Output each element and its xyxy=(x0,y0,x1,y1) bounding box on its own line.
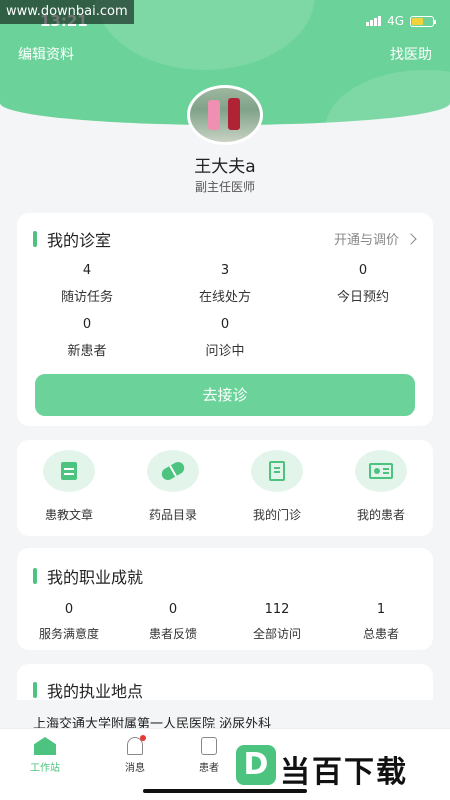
achievements-title: 我的职业成就 xyxy=(33,564,143,588)
tools-card: 患教文章 药品目录 我的门诊 我的患者 xyxy=(17,440,433,536)
home-icon xyxy=(34,737,56,755)
stat-online-prescriptions[interactable]: 3 在线处方 xyxy=(160,263,290,305)
achievements-card: 我的职业成就 0 服务满意度 0 患者反馈 112 全部访问 1 总患者 xyxy=(17,548,433,650)
building-icon xyxy=(269,461,285,481)
chevron-right-icon xyxy=(405,232,417,245)
stat-total-visits[interactable]: 112 全部访问 xyxy=(225,602,329,642)
header-decoration xyxy=(325,70,450,125)
tab-workstation[interactable]: 工作站 xyxy=(10,737,80,774)
locations-card: 我的执业地点 xyxy=(17,664,433,702)
signal-icon xyxy=(366,16,382,26)
locations-title: 我的执业地点 xyxy=(33,678,143,702)
stat-total-patients[interactable]: 1 总患者 xyxy=(329,602,433,642)
clinic-card: 我的诊室 开通与调价 4 随访任务 3 在线处方 0 今日预约 0 新患者 0 … xyxy=(17,213,433,426)
stat-in-consultation[interactable]: 0 问诊中 xyxy=(160,317,290,359)
stat-satisfaction[interactable]: 0 服务满意度 xyxy=(17,602,121,642)
tab-patients[interactable]: 患者 xyxy=(174,737,244,774)
clinic-title: 我的诊室 xyxy=(33,227,111,251)
doctor-name: 王大夫a xyxy=(194,157,256,177)
tool-patient-articles[interactable]: 患教文章 xyxy=(29,450,109,523)
tool-my-patients[interactable]: 我的患者 xyxy=(341,450,421,523)
stat-new-patients[interactable]: 0 新患者 xyxy=(22,317,152,359)
id-card-icon xyxy=(369,463,393,479)
status-indicators: 4G xyxy=(366,14,436,28)
brand-watermark-text: 当百下载 xyxy=(280,755,408,790)
patients-icon xyxy=(201,737,217,755)
doctor-title: 副主任医师 xyxy=(194,180,255,194)
start-consultation-button[interactable]: 去接诊 xyxy=(35,374,415,416)
avatar[interactable] xyxy=(187,85,263,145)
bell-icon xyxy=(127,735,146,755)
home-indicator xyxy=(143,789,307,793)
tab-messages[interactable]: 消息 xyxy=(100,735,170,774)
pill-icon xyxy=(159,459,187,483)
pricing-link[interactable]: 开通与调价 xyxy=(334,229,417,248)
stat-patient-feedback[interactable]: 0 患者反馈 xyxy=(121,602,225,642)
section-accent-bar xyxy=(33,231,37,247)
document-icon xyxy=(61,462,77,480)
edit-profile-link[interactable]: 编辑资料 xyxy=(18,44,74,64)
watermark: www.downbai.com xyxy=(0,0,134,24)
stat-today-appointments[interactable]: 0 今日预约 xyxy=(298,263,428,305)
battery-icon xyxy=(410,15,436,27)
stat-followup-tasks[interactable]: 4 随访任务 xyxy=(22,263,152,305)
network-label: 4G xyxy=(387,14,404,28)
find-assistant-link[interactable]: 找医助 xyxy=(390,44,432,64)
section-accent-bar xyxy=(33,568,37,584)
section-accent-bar xyxy=(33,682,37,698)
brand-logo: D xyxy=(236,745,276,785)
tool-drug-catalog[interactable]: 药品目录 xyxy=(133,450,213,523)
unread-dot xyxy=(140,735,146,741)
tool-my-clinic[interactable]: 我的门诊 xyxy=(237,450,317,523)
